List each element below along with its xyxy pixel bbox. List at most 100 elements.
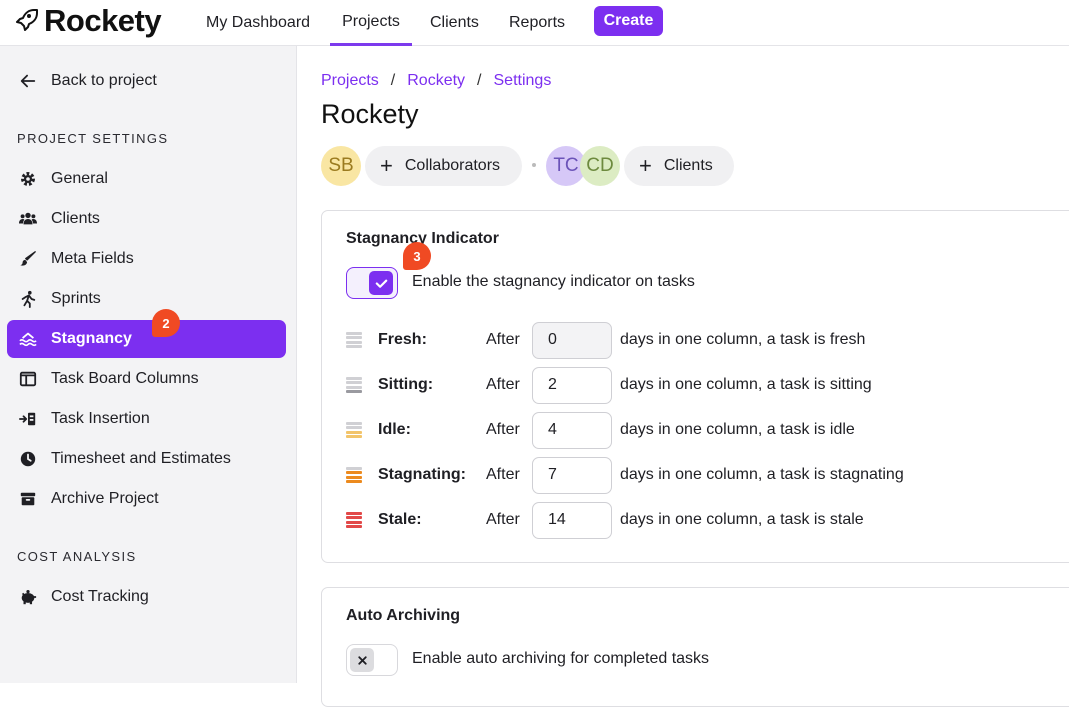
sidebar-item-label: Timesheet and Estimates	[51, 450, 231, 467]
gear-icon	[18, 169, 38, 189]
nav-projects[interactable]: Projects	[330, 0, 412, 46]
sidebar-item-label: Clients	[51, 210, 100, 227]
bars-icon	[346, 467, 362, 483]
stagnancy-label: Stagnating:	[378, 466, 466, 483]
project-settings-heading: PROJECT SETTINGS	[17, 131, 169, 146]
fresh-days-input[interactable]: 0	[532, 321, 612, 359]
clock-icon	[18, 449, 38, 469]
archive-icon	[18, 489, 38, 509]
sidebar-item-label: Sprints	[51, 290, 101, 307]
sidebar-item-label: Archive Project	[51, 490, 159, 507]
piggy-bank-icon	[18, 587, 38, 607]
breadcrumb-rockety[interactable]: Rockety	[407, 72, 465, 90]
stagnating-days-input[interactable]: 7	[532, 456, 612, 494]
stagnancy-row-stale: Stale: After 14 days in one column, a ta…	[346, 501, 1046, 539]
idle-days-input[interactable]: 4	[532, 411, 612, 449]
sidebar-item-task-insertion[interactable]: Task Insertion	[7, 400, 286, 438]
bars-icon	[346, 332, 362, 348]
stale-days-input[interactable]: 14	[532, 501, 612, 539]
auto-archiving-title: Auto Archiving	[346, 607, 461, 624]
sidebar-item-label: Stagnancy	[51, 330, 132, 347]
stagnancy-desc: days in one column, a task is idle	[620, 421, 855, 438]
page-title: Rockety	[321, 99, 419, 129]
breadcrumb-separator: /	[477, 72, 482, 89]
annotation-badge: 3	[403, 242, 431, 270]
x-icon	[350, 648, 374, 672]
check-icon	[369, 271, 393, 295]
water-icon	[18, 329, 38, 349]
nav-clients[interactable]: Clients	[430, 0, 479, 46]
add-clients-button[interactable]: + Clients	[624, 146, 734, 186]
collaborators-label: Collaborators	[404, 157, 501, 174]
stagnancy-row-sitting: Sitting: After 2 days in one column, a t…	[346, 366, 1046, 404]
after-label: After	[486, 376, 520, 393]
sidebar-item-task-board-columns[interactable]: Task Board Columns	[7, 360, 286, 398]
auto-archiving-toggle[interactable]	[346, 644, 398, 676]
rocket-icon	[14, 7, 38, 36]
nav-my-dashboard[interactable]: My Dashboard	[206, 0, 310, 46]
after-label: After	[486, 511, 520, 528]
users-icon	[18, 209, 38, 229]
stagnancy-desc: days in one column, a task is fresh	[620, 331, 866, 348]
plus-icon: +	[380, 153, 393, 178]
columns-icon	[18, 369, 38, 389]
stagnancy-row-stagnating: Stagnating: After 7 days in one column, …	[346, 456, 1046, 494]
sidebar-item-timesheet[interactable]: Timesheet and Estimates	[7, 440, 286, 478]
breadcrumb-projects[interactable]: Projects	[321, 72, 379, 90]
sidebar-item-label: Task Insertion	[51, 410, 150, 427]
avatar[interactable]: SB	[321, 146, 361, 186]
auto-archiving-toggle-label: Enable auto archiving for completed task…	[412, 650, 710, 667]
nav-reports[interactable]: Reports	[509, 0, 565, 46]
breadcrumb-separator: /	[390, 72, 396, 89]
back-label: Back to project	[51, 72, 157, 89]
plus-icon: +	[639, 153, 652, 178]
stagnancy-label: Fresh:	[378, 331, 427, 348]
cost-analysis-heading: COST ANALYSIS	[17, 549, 137, 564]
sidebar-item-sprints[interactable]: Sprints	[7, 280, 286, 318]
stagnancy-row-fresh: Fresh: After 0 days in one column, a tas…	[346, 321, 1046, 359]
stagnancy-row-idle: Idle: After 4 days in one column, a task…	[346, 411, 1046, 449]
stagnancy-toggle-label: Enable the stagnancy indicator on tasks	[412, 273, 695, 290]
after-label: After	[486, 466, 520, 483]
sidebar-item-clients[interactable]: Clients	[7, 200, 286, 238]
stagnancy-label: Idle:	[378, 421, 411, 438]
stagnancy-desc: days in one column, a task is sitting	[620, 376, 872, 393]
top-navbar: Rockety My Dashboard Projects Clients Re…	[0, 0, 1069, 46]
bars-icon	[346, 377, 362, 393]
stagnancy-desc: days in one column, a task is stagnating	[620, 466, 904, 483]
stagnancy-card: Stagnancy Indicator 3 Enable the stagnan…	[321, 210, 1069, 563]
breadcrumb-settings[interactable]: Settings	[494, 72, 552, 90]
app-name: Rockety	[44, 3, 162, 38]
arrow-left-icon	[18, 71, 38, 91]
sidebar-item-label: Meta Fields	[51, 250, 134, 267]
after-label: After	[486, 421, 520, 438]
breadcrumb: Projects / Rockety / Settings	[321, 72, 551, 90]
stagnancy-desc: days in one column, a task is stale	[620, 511, 864, 528]
clients-label: Clients	[663, 157, 713, 174]
bars-icon	[346, 422, 362, 438]
create-button[interactable]: Create	[594, 6, 663, 36]
insert-icon	[18, 409, 38, 429]
avatar[interactable]: CD	[580, 146, 620, 186]
sitting-days-input[interactable]: 2	[532, 366, 612, 404]
sidebar-item-archive-project[interactable]: Archive Project	[7, 480, 286, 518]
add-collaborators-button[interactable]: + Collaborators	[365, 146, 522, 186]
sidebar-item-general[interactable]: General	[7, 160, 286, 198]
stagnancy-label: Stale:	[378, 511, 422, 528]
annotation-badge: 2	[152, 309, 180, 337]
sidebar-item-stagnancy[interactable]: Stagnancy	[7, 320, 286, 358]
brush-icon	[18, 249, 38, 269]
sidebar-item-label: Cost Tracking	[51, 588, 149, 605]
sidebar-item-label: Task Board Columns	[51, 370, 199, 387]
back-to-project-link[interactable]: Back to project	[7, 62, 286, 100]
sidebar-item-meta-fields[interactable]: Meta Fields	[7, 240, 286, 278]
runner-icon	[18, 289, 38, 309]
after-label: After	[486, 331, 520, 348]
separator-dot	[532, 163, 536, 167]
stagnancy-label: Sitting:	[378, 376, 434, 393]
auto-archiving-card: Auto Archiving Enable auto archiving for…	[321, 587, 1069, 707]
bars-icon	[346, 512, 362, 528]
stagnancy-toggle[interactable]	[346, 267, 398, 299]
sidebar-item-cost-tracking[interactable]: Cost Tracking	[7, 578, 286, 616]
logo[interactable]: Rockety	[14, 3, 162, 38]
